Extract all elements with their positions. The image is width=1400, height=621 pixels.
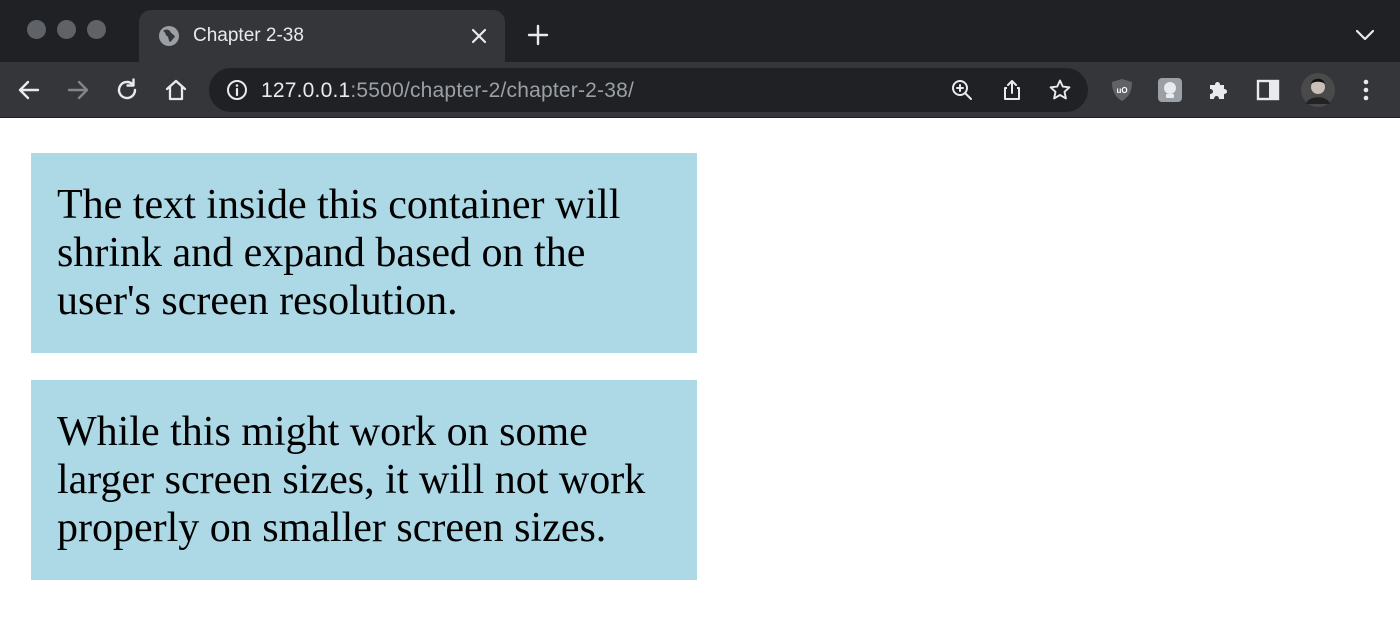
grammarly-icon[interactable]	[1156, 76, 1184, 104]
maximize-window-button[interactable]	[87, 20, 106, 39]
browser-toolbar: 127.0.0.1:5500/chapter-2/chapter-2-38/ u…	[0, 62, 1400, 118]
bookmark-star-icon[interactable]	[1048, 78, 1072, 102]
active-tab[interactable]: Chapter 2-38	[139, 10, 505, 62]
container-paragraph: While this might work on some larger scr…	[57, 409, 646, 551]
back-arrow-icon[interactable]	[15, 76, 43, 104]
chevron-down-icon[interactable]	[1354, 26, 1376, 44]
info-icon[interactable]	[226, 79, 248, 101]
close-window-button[interactable]	[27, 20, 46, 39]
ublock-origin-icon[interactable]: uO	[1108, 76, 1136, 104]
globe-icon	[159, 26, 179, 46]
new-tab-icon[interactable]	[526, 23, 550, 47]
zoom-icon[interactable]	[950, 78, 974, 102]
tab-strip: Chapter 2-38	[0, 0, 1400, 62]
svg-text:uO: uO	[1116, 86, 1127, 95]
text-container: The text inside this container will shri…	[31, 153, 697, 353]
side-panel-icon[interactable]	[1254, 76, 1282, 104]
minimize-window-button[interactable]	[57, 20, 76, 39]
profile-avatar[interactable]	[1300, 72, 1336, 108]
close-tab-icon[interactable]	[469, 26, 489, 46]
address-bar[interactable]: 127.0.0.1:5500/chapter-2/chapter-2-38/	[209, 68, 1088, 112]
tab-title: Chapter 2-38	[193, 25, 304, 46]
container-paragraph: The text inside this container will shri…	[57, 182, 621, 324]
url-host: 127.0.0.1	[261, 79, 351, 102]
home-icon[interactable]	[162, 76, 190, 104]
forward-arrow-icon[interactable]	[64, 76, 92, 104]
text-container: While this might work on some larger scr…	[31, 380, 697, 580]
url-text[interactable]: 127.0.0.1:5500/chapter-2/chapter-2-38/	[261, 78, 634, 104]
reload-icon[interactable]	[113, 76, 141, 104]
more-vertical-icon[interactable]	[1352, 76, 1380, 104]
puzzle-extensions-icon[interactable]	[1205, 76, 1233, 104]
url-path: :5500/chapter-2/chapter-2-38/	[350, 79, 635, 102]
share-icon[interactable]	[1000, 78, 1024, 102]
